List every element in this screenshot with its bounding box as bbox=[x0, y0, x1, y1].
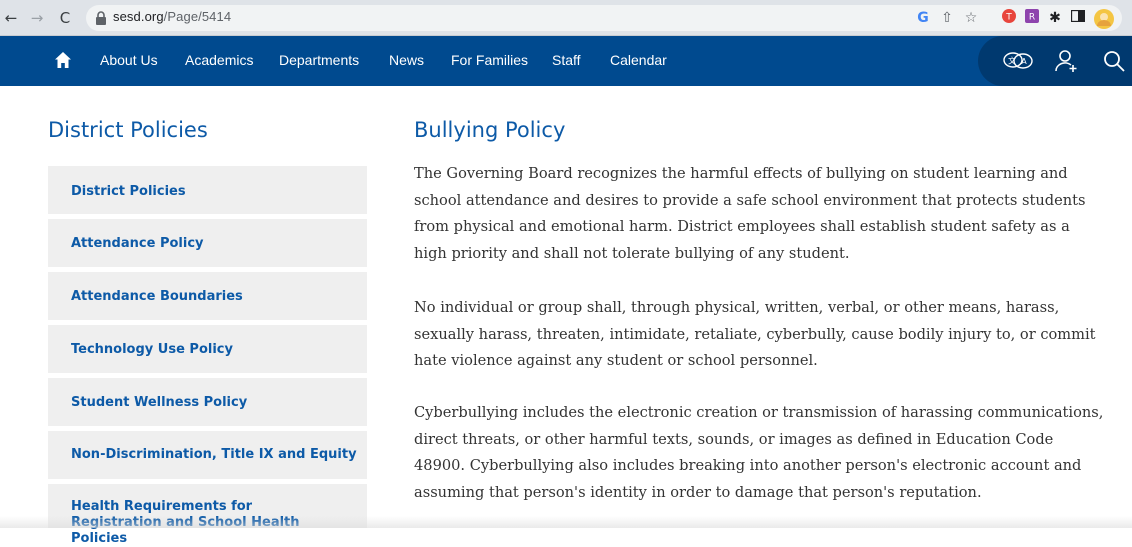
sidebar-item-label: Non-Discrimination, Title IX and Equity bbox=[71, 447, 357, 462]
forward-button[interactable]: → bbox=[28, 7, 46, 29]
sidebar-title: District Policies bbox=[48, 118, 208, 142]
sidebar-item-label: Attendance Policy bbox=[71, 236, 204, 251]
sidebar-item-label: Student Wellness Policy bbox=[71, 395, 248, 410]
side-panel-icon[interactable] bbox=[1069, 9, 1087, 27]
policy-paragraph: The Governing Board recognizes the harmf… bbox=[414, 165, 1086, 262]
sidebar-item-label: Technology Use Policy bbox=[71, 342, 233, 357]
nav-utility-panel: 文 A bbox=[978, 36, 1132, 86]
share-icon[interactable]: ⇧ bbox=[938, 9, 956, 27]
nav-for-families[interactable]: For Families bbox=[451, 52, 528, 68]
page-title: Bullying Policy bbox=[414, 118, 566, 142]
svg-text:A: A bbox=[1021, 57, 1027, 66]
sidebar-item-student-wellness-policy[interactable]: Student Wellness Policy bbox=[48, 378, 367, 426]
sidebar-item-technology-use-policy[interactable]: Technology Use Policy bbox=[48, 325, 367, 373]
bookmark-star-icon[interactable]: ☆ bbox=[962, 9, 980, 27]
sidebar-item-label: Attendance Boundaries bbox=[71, 289, 243, 304]
google-icon[interactable]: G bbox=[914, 9, 932, 27]
extension-purple-icon[interactable]: R bbox=[1023, 9, 1041, 27]
sidebar-item-attendance-boundaries[interactable]: Attendance Boundaries bbox=[48, 272, 367, 320]
policy-paragraph: No individual or group shall, through ph… bbox=[414, 299, 1096, 369]
back-button[interactable]: ← bbox=[2, 7, 20, 29]
nav-staff[interactable]: Staff bbox=[552, 52, 581, 68]
nav-calendar[interactable]: Calendar bbox=[610, 52, 667, 68]
sidebar-item-non-discrimination[interactable]: Non-Discrimination, Title IX and Equity bbox=[48, 431, 367, 479]
extensions-puzzle-icon[interactable]: ✱ bbox=[1046, 9, 1064, 27]
sidebar-item-district-policies[interactable]: District Policies bbox=[48, 166, 367, 214]
search-icon[interactable] bbox=[1102, 49, 1126, 73]
lock-icon bbox=[96, 11, 106, 25]
sidebar-item-attendance-policy[interactable]: Attendance Policy bbox=[48, 219, 367, 267]
url-text: sesd.org/Page/5414 bbox=[113, 9, 232, 24]
page-fold-shadow bbox=[0, 516, 1132, 528]
translate-icon[interactable]: 文 A bbox=[1002, 49, 1034, 73]
policy-paragraph: Cyberbullying includes the electronic cr… bbox=[414, 404, 1104, 501]
extension-red-icon[interactable]: T bbox=[1000, 9, 1018, 27]
profile-avatar-icon[interactable] bbox=[1094, 9, 1114, 29]
svg-text:T: T bbox=[1005, 13, 1012, 23]
nav-academics[interactable]: Academics bbox=[185, 52, 253, 68]
nav-departments[interactable]: Departments bbox=[279, 52, 359, 68]
user-login-icon[interactable] bbox=[1054, 49, 1078, 73]
nav-about-us[interactable]: About Us bbox=[100, 52, 158, 68]
site-nav-bar: About Us Academics Departments News For … bbox=[0, 36, 1132, 86]
nav-news[interactable]: News bbox=[389, 52, 424, 68]
home-icon[interactable] bbox=[54, 51, 72, 69]
browser-toolbar: ← → C sesd.org/Page/5414 G ⇧ ☆ T R ✱ bbox=[0, 0, 1132, 36]
svg-text:文: 文 bbox=[1008, 56, 1016, 66]
reload-button[interactable]: C bbox=[56, 7, 74, 29]
sidebar-item-label: District Policies bbox=[71, 184, 186, 199]
svg-text:R: R bbox=[1029, 13, 1035, 23]
